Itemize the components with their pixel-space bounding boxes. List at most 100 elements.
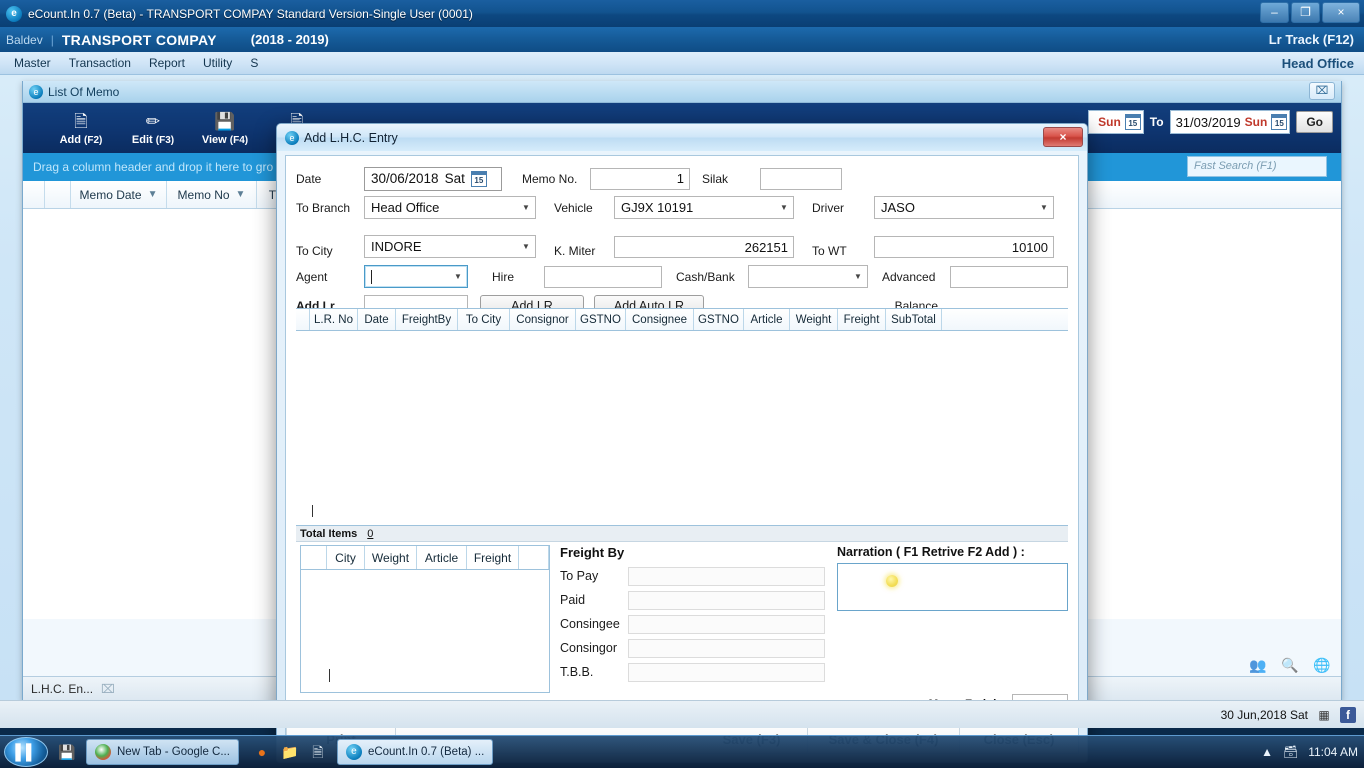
tbb-input[interactable]: [628, 662, 825, 682]
to-pay-input[interactable]: [628, 566, 825, 586]
action-center-icon[interactable]: 🗃: [1283, 745, 1298, 759]
view-button[interactable]: 💾 View (F4): [189, 111, 261, 146]
chevron-up-icon[interactable]: ▲: [1261, 745, 1273, 759]
chevron-down-icon[interactable]: ▼: [849, 266, 867, 287]
to-city-select[interactable]: INDORE ▼: [364, 235, 536, 258]
to-wt-input[interactable]: 10100: [874, 236, 1054, 258]
user-network-icon[interactable]: 👥: [1249, 656, 1267, 674]
vehicle-select[interactable]: GJ9X 10191 ▼: [614, 196, 794, 219]
chevron-down-icon[interactable]: ▼: [775, 197, 793, 218]
freight-row-paid: Paid: [560, 588, 825, 612]
lr-column-to-city[interactable]: To City: [458, 309, 510, 330]
calendar-icon[interactable]: 15: [1271, 114, 1288, 130]
date-input[interactable]: 30/06/2018 Sat 15: [364, 166, 502, 191]
add-button-label: Add: [59, 133, 81, 146]
dialog-close-button[interactable]: ×: [1043, 127, 1083, 147]
chevron-down-icon[interactable]: ▼: [517, 197, 535, 218]
summary-column-article[interactable]: Article: [417, 546, 467, 569]
calendar-icon[interactable]: 15: [1124, 114, 1141, 130]
menubar: Master Transaction Report Utility S Head…: [0, 52, 1364, 75]
to-city-label: To City: [296, 244, 333, 258]
summary-grid[interactable]: City Weight Article Freight: [300, 545, 550, 693]
memo-no-input[interactable]: 1: [590, 167, 690, 190]
find-user-icon[interactable]: 🔍: [1281, 656, 1299, 674]
agent-select[interactable]: ▼: [364, 265, 468, 288]
folder-icon[interactable]: 📁: [281, 743, 299, 761]
calculator-icon[interactable]: ▦: [1316, 707, 1332, 723]
lr-column-consignor[interactable]: Consignor: [510, 309, 576, 330]
silak-label: Silak: [702, 171, 729, 186]
vehicle-value: GJ9X 10191: [621, 200, 694, 215]
taskbar-button-chrome[interactable]: New Tab - Google C...: [86, 739, 239, 765]
chevron-down-icon[interactable]: ▼: [449, 266, 467, 287]
lr-track-button[interactable]: Lr Track (F12): [1269, 32, 1354, 47]
lr-column-gstno-consignor[interactable]: GSTNO: [576, 309, 626, 330]
consingor-input[interactable]: [628, 638, 825, 658]
add-button[interactable]: 🗎 Add (F2): [45, 111, 117, 146]
lr-column-subtotal[interactable]: SubTotal: [886, 309, 942, 330]
date-from-dow: Sun: [1098, 115, 1121, 129]
cash-bank-select[interactable]: ▼: [748, 265, 868, 288]
to-branch-select[interactable]: Head Office ▼: [364, 196, 536, 219]
date-to-field[interactable]: 31/03/2019 Sun 15: [1169, 110, 1291, 134]
filter-icon[interactable]: ▼: [236, 189, 246, 200]
silak-input[interactable]: [760, 167, 842, 190]
lr-column-lr-no[interactable]: L.R. No: [310, 309, 358, 330]
consingee-input[interactable]: [628, 614, 825, 634]
k-miter-input[interactable]: 262151: [614, 236, 794, 258]
filter-icon[interactable]: ▼: [148, 189, 158, 200]
close-icon[interactable]: ⌧: [101, 682, 115, 696]
minimize-button[interactable]: –: [1260, 2, 1289, 23]
chevron-down-icon[interactable]: ▼: [517, 236, 535, 257]
lr-column-date[interactable]: Date: [358, 309, 396, 330]
close-button[interactable]: ×: [1322, 2, 1360, 23]
menu-item-settings[interactable]: S: [242, 53, 266, 73]
lr-column-weight[interactable]: Weight: [790, 309, 838, 330]
go-button[interactable]: Go: [1296, 111, 1333, 133]
calendar-icon[interactable]: 15: [470, 170, 487, 187]
lr-column-article[interactable]: Article: [744, 309, 790, 330]
advanced-input[interactable]: [950, 265, 1068, 288]
fast-search-input[interactable]: Fast Search (F1): [1187, 156, 1327, 177]
memo-window-close-icon[interactable]: ⌧: [1309, 82, 1335, 100]
summary-column-city[interactable]: City: [327, 546, 365, 569]
notepad-icon[interactable]: 🗎: [309, 743, 327, 761]
lr-column-consignee[interactable]: Consignee: [626, 309, 694, 330]
maximize-button[interactable]: ❐: [1291, 2, 1320, 23]
windows-start-icon[interactable]: ▌▌: [4, 737, 48, 767]
summary-column-freight[interactable]: Freight: [467, 546, 519, 569]
narration-textarea[interactable]: [837, 563, 1068, 611]
date-from-field[interactable]: Sun 15: [1088, 110, 1144, 134]
to-branch-value: Head Office: [371, 200, 440, 215]
lr-column-freightby[interactable]: FreightBy: [396, 309, 458, 330]
save-icon[interactable]: 💾: [58, 743, 76, 761]
firefox-icon[interactable]: ●: [253, 743, 271, 761]
lr-grid-body[interactable]: [296, 331, 1068, 526]
total-items-bar: Total Items 0: [296, 526, 1068, 542]
facebook-icon[interactable]: f: [1340, 706, 1356, 723]
paid-input[interactable]: [628, 590, 825, 610]
mdi-tab-lhc-entry[interactable]: L.H.C. En...: [31, 682, 93, 696]
edit-button[interactable]: ✏ Edit (F3): [117, 111, 189, 146]
chrome-icon: [95, 744, 111, 760]
menu-item-report[interactable]: Report: [141, 53, 193, 73]
chevron-down-icon[interactable]: ▼: [1035, 197, 1053, 218]
narration-panel: Narration ( F1 Retrive F2 Add ) : Memo F…: [837, 545, 1068, 719]
lr-column-freight[interactable]: Freight: [838, 309, 886, 330]
driver-select[interactable]: JASO ▼: [874, 196, 1054, 219]
lr-column-gstno-consignee[interactable]: GSTNO: [694, 309, 744, 330]
os-window-title: eCount.In 0.7 (Beta) - TRANSPORT COMPAY …: [28, 6, 473, 21]
total-items-value: 0: [367, 527, 374, 540]
menu-item-master[interactable]: Master: [6, 53, 59, 73]
save-disk-icon: 💾: [214, 111, 236, 131]
date-range-to-label: To: [1149, 115, 1164, 129]
globe-icon[interactable]: 🌐: [1313, 656, 1331, 674]
taskbar-button-ecount[interactable]: e eCount.In 0.7 (Beta) ...: [336, 739, 494, 765]
menu-item-utility[interactable]: Utility: [195, 53, 240, 73]
column-memo-date[interactable]: Memo Date ▼: [71, 181, 167, 208]
summary-column-weight[interactable]: Weight: [365, 546, 417, 569]
hire-input[interactable]: [544, 265, 662, 288]
column-memo-no[interactable]: Memo No ▼: [167, 181, 257, 208]
taskbar-clock[interactable]: 11:04 AM: [1308, 745, 1358, 759]
menu-item-transaction[interactable]: Transaction: [61, 53, 139, 73]
